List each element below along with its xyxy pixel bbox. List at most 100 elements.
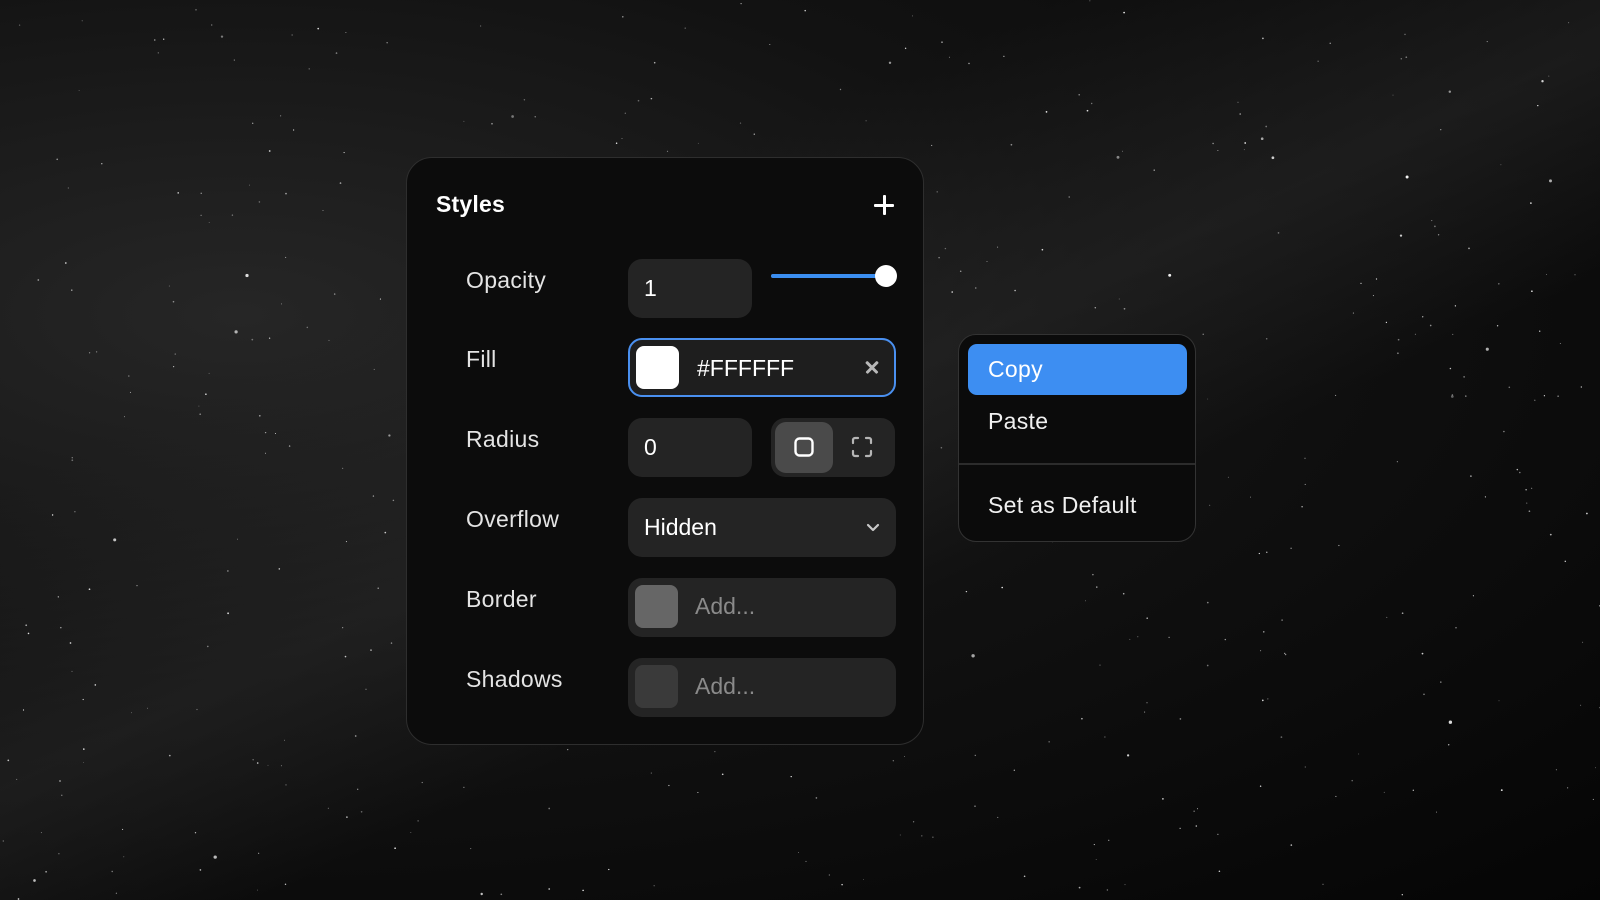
fill-input[interactable]: #FFFFFF [628, 338, 896, 397]
menu-item-paste[interactable]: Paste [968, 396, 1187, 447]
star [146, 707, 148, 709]
star [1549, 179, 1552, 183]
shadows-placeholder: Add... [695, 673, 756, 699]
star [251, 122, 254, 125]
star [18, 24, 21, 26]
star [1508, 386, 1511, 389]
add-style-button[interactable] [871, 192, 897, 218]
star [81, 20, 83, 22]
star [1440, 129, 1442, 131]
star [1224, 638, 1227, 641]
star [615, 142, 618, 144]
star [1455, 627, 1457, 629]
star [1329, 42, 1331, 44]
star [904, 47, 907, 50]
fill-color-swatch[interactable] [636, 346, 679, 389]
radius-uniform-button[interactable] [775, 422, 833, 473]
menu-item-set-as-default[interactable]: Set as Default [968, 480, 1187, 531]
star [997, 246, 999, 248]
star [1123, 307, 1126, 310]
star [1003, 55, 1005, 57]
star [1217, 150, 1219, 152]
star [360, 810, 363, 813]
star [195, 9, 197, 11]
star [1068, 196, 1070, 198]
star [252, 759, 254, 761]
star [58, 853, 60, 855]
star [377, 587, 379, 590]
shadows-color-swatch[interactable] [635, 665, 678, 708]
overflow-select[interactable]: Hidden [628, 498, 896, 557]
star [912, 15, 914, 17]
star [64, 262, 67, 264]
star [1404, 33, 1406, 36]
star [653, 61, 656, 64]
star [1262, 37, 1264, 40]
star [1537, 104, 1539, 107]
star [1564, 560, 1567, 563]
star [1500, 789, 1503, 791]
star [113, 538, 117, 542]
star [83, 762, 84, 763]
star [1335, 795, 1337, 797]
star [1470, 475, 1472, 477]
star [227, 570, 229, 572]
radius-label: Radius [466, 426, 540, 452]
star [1497, 282, 1500, 285]
star [1452, 333, 1454, 335]
border-color-swatch[interactable] [635, 585, 678, 628]
star [548, 888, 551, 890]
star [343, 152, 345, 154]
star [714, 751, 716, 753]
star [88, 352, 91, 354]
close-icon[interactable] [860, 355, 884, 379]
star [274, 433, 276, 434]
overflow-value: Hidden [644, 514, 717, 540]
star [234, 330, 238, 334]
star [1516, 468, 1519, 471]
star [22, 709, 25, 711]
star [965, 590, 968, 593]
star [1129, 638, 1131, 640]
star [1266, 551, 1268, 553]
border-input[interactable]: Add... [628, 578, 896, 637]
opacity-slider[interactable] [771, 265, 897, 287]
star [384, 531, 387, 534]
star [308, 68, 310, 70]
star [974, 754, 977, 757]
star [200, 192, 202, 194]
star [345, 541, 347, 543]
star [622, 16, 624, 18]
star [128, 375, 130, 377]
star [1447, 744, 1450, 746]
star [1543, 395, 1545, 397]
opacity-input[interactable]: 1 [628, 259, 752, 318]
opacity-slider-thumb[interactable] [875, 265, 897, 287]
shadows-input[interactable]: Add... [628, 658, 896, 717]
star [94, 684, 97, 686]
radius-individual-button[interactable] [833, 422, 891, 473]
star [379, 298, 381, 300]
star [739, 122, 742, 124]
star [1265, 125, 1268, 128]
star [285, 256, 287, 258]
star [388, 434, 391, 437]
star [1423, 693, 1425, 696]
star [131, 712, 133, 714]
star [1123, 11, 1125, 14]
star [500, 893, 503, 896]
star [941, 41, 943, 43]
star [944, 247, 947, 250]
star [83, 748, 85, 750]
star [1093, 844, 1095, 846]
radius-input[interactable]: 0 [628, 418, 752, 477]
star [1153, 169, 1155, 171]
star [1209, 504, 1211, 506]
star [1260, 137, 1264, 141]
star [1582, 641, 1584, 643]
star [1243, 149, 1245, 151]
menu-item-copy[interactable]: Copy [968, 344, 1187, 395]
star [200, 214, 202, 216]
star [213, 855, 217, 859]
star [1549, 533, 1552, 536]
